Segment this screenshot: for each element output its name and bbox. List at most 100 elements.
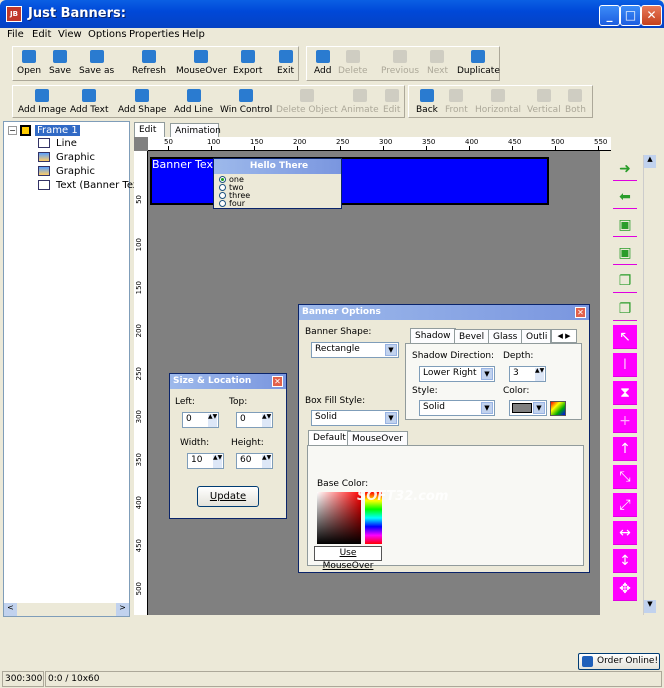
order-icon <box>582 656 593 667</box>
top-field[interactable]: 0 ▲▼ <box>236 412 273 428</box>
tb-open-button[interactable]: Open <box>17 50 41 76</box>
tool-resize-vertical-button[interactable]: ↕ <box>613 549 637 573</box>
tool-arrow-up-button[interactable]: ↑ <box>613 437 637 461</box>
tb-add-text-button[interactable]: Add Text <box>70 89 109 115</box>
tab-edit[interactable]: Edit <box>134 122 165 137</box>
refresh-icon <box>142 50 156 63</box>
tool-arrow-left-button[interactable]: ⬅ <box>613 185 637 209</box>
tool-paste-image-button[interactable]: ▣ <box>613 241 637 265</box>
tree-item[interactable]: Line <box>38 138 77 149</box>
tb-add-shape-button[interactable]: Add Shape <box>118 89 166 115</box>
minimize-button[interactable]: _ <box>599 5 620 26</box>
tree-item[interactable]: Graphic <box>38 166 95 177</box>
tb-refresh-button[interactable]: Refresh <box>132 50 166 76</box>
menu-view[interactable]: View <box>58 29 82 40</box>
menu-help[interactable]: Help <box>182 29 205 40</box>
tb-add-line-button[interactable]: Add Line <box>174 89 213 115</box>
tool-copy-page-button[interactable]: ❐ <box>613 297 637 321</box>
tool-resize-nesw-button[interactable]: ⤢ <box>613 493 637 517</box>
banner-shape-select[interactable]: Rectangle ▼ <box>311 342 399 358</box>
open-folder-icon <box>22 50 37 63</box>
tab-bevel[interactable]: Bevel <box>454 329 490 344</box>
order-online-button[interactable]: Order Online! <box>578 653 660 670</box>
tb-win-control-button[interactable]: Win Control <box>220 89 272 115</box>
tb-add-image-button[interactable]: Add Image <box>18 89 66 115</box>
height-field[interactable]: 60 ▲▼ <box>236 453 273 469</box>
shadow-direction-select[interactable]: Lower Right ▼ <box>419 366 495 382</box>
update-button[interactable]: Update <box>197 486 259 507</box>
tb-back-button[interactable]: Back <box>416 89 438 115</box>
ruler-tick-label: 500 <box>551 138 565 146</box>
hello-popup[interactable]: Hello There one two three four <box>213 158 342 209</box>
base-color-gradient[interactable] <box>317 492 361 544</box>
size-panel-close-button[interactable]: ✕ <box>272 376 283 387</box>
width-label: Width: <box>180 438 210 448</box>
crosshair-icon: + <box>619 413 631 429</box>
tree-item[interactable]: Text (Banner Tex <box>38 180 139 191</box>
depth-field[interactable]: 3 ▲▼ <box>509 366 546 382</box>
tb-save-button[interactable]: Save <box>49 50 71 76</box>
tool-paste-image-button[interactable]: ▣ <box>613 213 637 237</box>
tab-default[interactable]: Default <box>308 430 351 446</box>
close-button[interactable]: ✕ <box>641 5 662 26</box>
resize-nwse-icon: ⤡ <box>619 469 631 485</box>
tab-shadow[interactable]: Shadow <box>410 328 456 344</box>
left-field[interactable]: 0 ▲▼ <box>182 412 219 428</box>
menu-properties[interactable]: Properties <box>129 29 180 40</box>
maximize-button[interactable]: □ <box>620 5 641 26</box>
ruler-tick-label: 150 <box>250 138 264 146</box>
banner-shape-label: Banner Shape: <box>305 327 372 337</box>
scroll-right-icon[interactable]: > <box>116 603 129 616</box>
tb-exit-button[interactable]: Exit <box>277 50 294 76</box>
tab-outline[interactable]: Outli <box>521 329 551 344</box>
tool-arrow-right-button[interactable]: ➜ <box>613 157 637 181</box>
side-scrollbar[interactable]: ▲ ▼ <box>643 155 656 615</box>
tool-copy-page-button[interactable]: ❐ <box>613 269 637 293</box>
scroll-down-icon[interactable]: ▼ <box>644 600 656 613</box>
color-picker-icon[interactable] <box>550 401 566 416</box>
style-select[interactable]: Solid ▼ <box>419 400 495 416</box>
width-field[interactable]: 10 ▲▼ <box>187 453 224 469</box>
tool-resize-horizontal-button[interactable]: ↔ <box>613 521 637 545</box>
tb-add-button[interactable]: Add <box>314 50 331 76</box>
size-location-panel[interactable]: Size & Location ✕ Left: Top: 0 ▲▼ 0 ▲▼ Wid… <box>169 373 287 519</box>
tree-root[interactable]: Frame 1 <box>35 125 80 136</box>
tb-mouseover-button[interactable]: MouseOver <box>176 50 227 76</box>
tb-save-as-button[interactable]: Save as <box>79 50 114 76</box>
menu-bar: File Edit View Options Properties Help <box>3 28 661 44</box>
tool-resize-nwse-button[interactable]: ⤡ <box>613 465 637 489</box>
menu-file[interactable]: File <box>7 29 24 40</box>
tab-animation[interactable]: Animation <box>170 123 221 137</box>
button-label: Next <box>427 66 448 76</box>
tab-scroll-arrows-icon[interactable]: ◀ ▶ <box>551 329 577 343</box>
tree-item[interactable]: Graphic <box>38 152 95 163</box>
next-frame-icon <box>430 50 445 63</box>
scroll-up-icon[interactable]: ▲ <box>644 155 656 168</box>
banner-preview[interactable]: Banner Text Hello There one two three four <box>150 157 549 209</box>
tab-glass[interactable]: Glass <box>488 329 523 344</box>
save-disk-icon <box>53 50 68 63</box>
radio-option[interactable]: four <box>219 200 245 208</box>
use-mouseover-button[interactable]: Use MouseOver <box>314 546 382 571</box>
tool-move-button[interactable]: ✥ <box>613 577 637 601</box>
banner-options-panel[interactable]: Banner Options ✕ Banner Shape: Rectangle… <box>298 304 590 573</box>
banner-options-close-button[interactable]: ✕ <box>575 307 586 318</box>
tool-pointer-button[interactable]: ↖ <box>613 325 637 349</box>
tab-mouseover[interactable]: MouseOver <box>347 431 408 446</box>
scroll-left-icon[interactable]: < <box>4 603 17 616</box>
ruler-tick-label: 100 <box>135 238 143 252</box>
tb-delete-button: Delete <box>338 50 368 76</box>
tb-duplicate-button[interactable]: Duplicate <box>457 50 500 76</box>
box-fill-select[interactable]: Solid ▼ <box>311 410 399 426</box>
banner-text[interactable]: Banner Text <box>152 158 217 171</box>
tb-horizontal-button: Horizontal <box>475 89 521 115</box>
tb-export-button[interactable]: Export <box>233 50 262 76</box>
menu-options[interactable]: Options <box>88 29 127 40</box>
menu-edit[interactable]: Edit <box>32 29 51 40</box>
tool-hourglass-button[interactable]: ⧗ <box>613 381 637 405</box>
tree-scrollbar[interactable]: < > <box>4 603 129 616</box>
collapse-icon[interactable]: − <box>8 126 17 135</box>
color-select[interactable]: ▼ <box>509 400 547 416</box>
canvas-vscroll[interactable] <box>600 151 611 615</box>
ruler-tick-label: 350 <box>422 138 436 146</box>
